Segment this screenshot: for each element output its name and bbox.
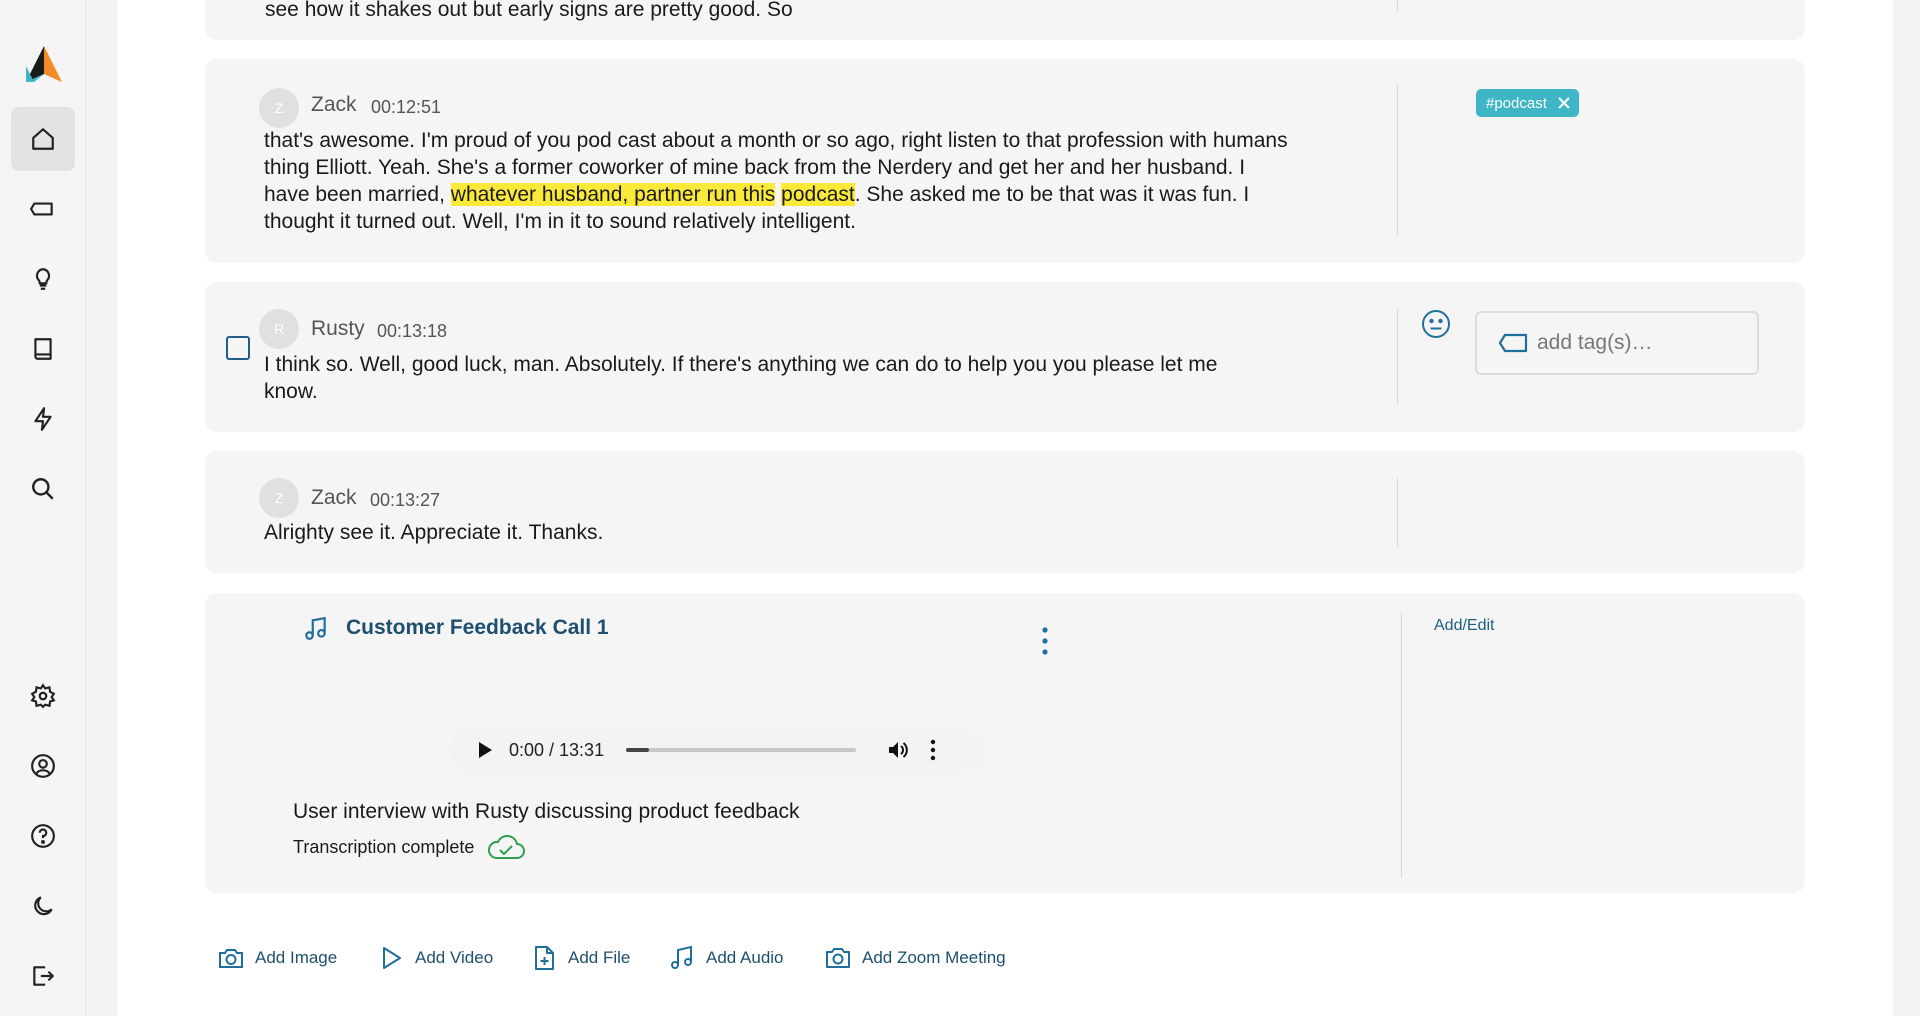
audio-title[interactable]: Customer Feedback Call 1 <box>346 616 609 640</box>
audio-card: Customer Feedback Call 1 0:00 / 13:31 Us… <box>205 593 1805 893</box>
main-content: see how it shakes out but early signs ar… <box>117 0 1893 1016</box>
nav-library[interactable] <box>11 317 75 381</box>
nav-help[interactable] <box>11 804 75 868</box>
add-audio-button[interactable]: Add Audio <box>668 944 784 972</box>
timestamp[interactable]: 00:13:27 <box>370 490 440 511</box>
app-logo[interactable] <box>24 44 64 84</box>
file-plus-icon <box>535 946 554 970</box>
more-options-icon[interactable] <box>1039 626 1051 656</box>
camera-icon <box>219 949 243 968</box>
speaker-name: Rusty <box>311 317 365 340</box>
sidebar <box>0 0 86 1016</box>
add-tag-placeholder: add tag(s)… <box>1537 331 1653 354</box>
nav-insights[interactable] <box>11 247 75 311</box>
utterance-text: see how it shakes out but early signs ar… <box>265 0 793 21</box>
select-checkbox[interactable] <box>226 336 250 360</box>
music-note-icon <box>305 616 326 640</box>
avatar: Z <box>259 478 299 518</box>
avatar: Z <box>259 88 299 128</box>
utterance-text: that's awesome. I'm proud of you pod cas… <box>264 127 1294 235</box>
tag-chip[interactable]: #podcast <box>1476 89 1579 117</box>
nav-settings[interactable] <box>11 664 75 728</box>
cloud-check-icon <box>488 834 526 859</box>
card-divider <box>1397 478 1398 547</box>
utterance-text: Alrighty see it. Appreciate it. Thanks. <box>264 521 604 544</box>
lightbulb-icon <box>35 268 51 290</box>
utterance-text: I think so. Well, good luck, man. Absolu… <box>264 353 1218 403</box>
status-text: Transcription complete <box>293 836 475 857</box>
highlight[interactable]: whatever husband, partner run this <box>450 183 776 206</box>
logout-icon <box>33 966 54 986</box>
seek-progress <box>626 748 650 752</box>
help-circle-icon <box>31 824 55 848</box>
timestamp[interactable]: 00:13:18 <box>377 321 447 342</box>
volume-icon[interactable] <box>886 738 910 762</box>
tag-label: #podcast <box>1486 94 1547 112</box>
speaker-name: Zack <box>311 93 357 116</box>
audio-player: 0:00 / 13:31 <box>450 724 985 776</box>
add-edit-link[interactable]: Add/Edit <box>1434 617 1494 635</box>
avatar: R <box>259 309 299 349</box>
timestamp[interactable]: 00:12:51 <box>371 97 441 118</box>
video-camera-icon <box>826 948 850 968</box>
add-image-label: Add Image <box>255 948 338 967</box>
transcription-status: Transcription complete <box>293 833 526 861</box>
nav-automations[interactable] <box>11 387 75 451</box>
player-time: 0:00 / 13:31 <box>509 739 605 760</box>
transcript-card: R Rusty 00:13:18 I think so. Well, good … <box>205 282 1805 432</box>
search-icon <box>32 478 54 500</box>
add-video-label: Add Video <box>415 948 494 967</box>
nav-search[interactable] <box>11 457 75 521</box>
card-divider <box>1397 309 1398 405</box>
add-video-button[interactable]: Add Video <box>377 944 493 972</box>
music-note-icon <box>671 945 692 969</box>
moon-icon <box>34 896 53 916</box>
add-zoom-meeting-button[interactable]: Add Zoom Meeting <box>824 944 1006 972</box>
audio-description: User interview with Rusty discussing pro… <box>293 800 800 823</box>
transcript-card: Z Zack 00:13:27 Alrighty see it. Appreci… <box>205 451 1805 573</box>
highlight[interactable]: podcast <box>781 183 855 206</box>
add-file-label: Add File <box>568 948 631 967</box>
lightning-icon <box>34 407 52 431</box>
play-icon[interactable] <box>477 741 493 759</box>
add-tag-input[interactable]: add tag(s)… <box>1475 311 1759 375</box>
nav-account[interactable] <box>11 734 75 798</box>
book-icon <box>34 338 52 360</box>
card-divider <box>1397 84 1398 236</box>
home-icon <box>32 128 54 150</box>
transcript-card: see how it shakes out but early signs ar… <box>205 0 1805 40</box>
tag-icon <box>1499 333 1528 353</box>
add-file-button[interactable]: Add File <box>530 944 630 972</box>
player-menu-icon[interactable] <box>930 739 936 761</box>
gear-icon <box>30 683 56 709</box>
seek-bar[interactable] <box>626 748 857 752</box>
nav-tags[interactable] <box>11 177 75 241</box>
add-image-button[interactable]: Add Image <box>217 944 337 972</box>
sentiment-neutral-icon[interactable] <box>1420 308 1452 340</box>
tag-icon <box>30 202 53 216</box>
close-icon[interactable] <box>1557 96 1571 110</box>
nav-home[interactable] <box>11 107 75 171</box>
add-zoom-label: Add Zoom Meeting <box>862 948 1006 967</box>
speaker-name: Zack <box>311 486 357 509</box>
card-divider <box>1397 0 1398 12</box>
nav-logout[interactable] <box>11 944 75 1008</box>
play-outline-icon <box>383 947 401 969</box>
nav-dark-mode[interactable] <box>11 874 75 938</box>
card-divider <box>1401 612 1402 878</box>
add-audio-label: Add Audio <box>706 948 784 967</box>
user-circle-icon <box>31 754 55 778</box>
transcript-card: Z Zack 00:12:51 that's awesome. I'm prou… <box>205 59 1805 263</box>
